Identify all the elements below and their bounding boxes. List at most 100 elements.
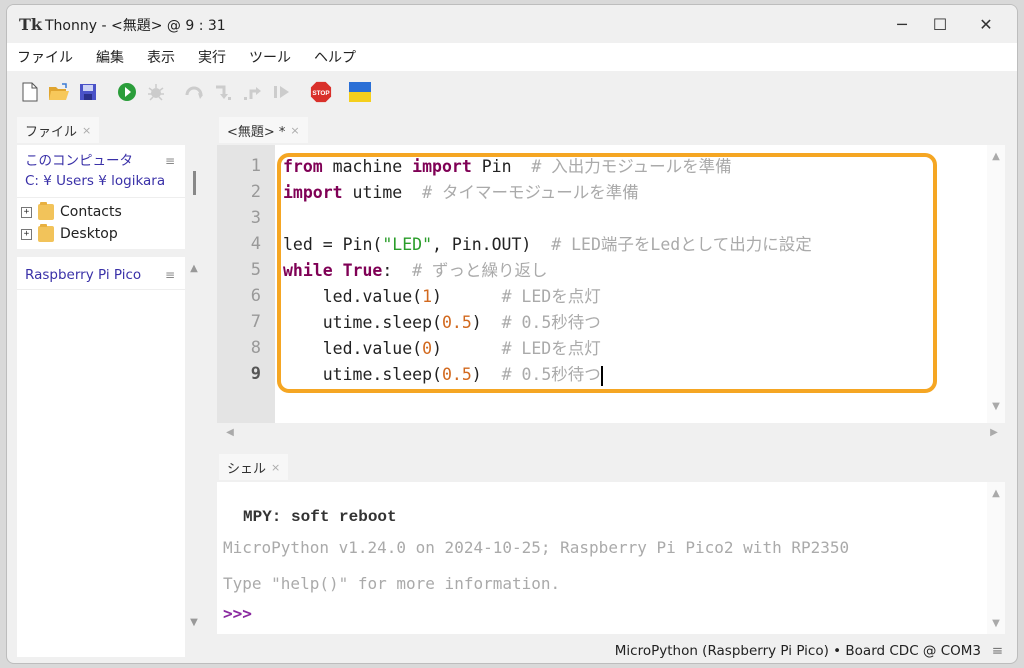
code-keyword: while (283, 261, 333, 280)
code-number: 0 (422, 339, 433, 358)
close-tab-icon[interactable]: × (290, 124, 299, 137)
shell-prompt[interactable]: >>> (223, 604, 252, 623)
code-line[interactable]: led.value(1) # LEDを点灯 (283, 284, 601, 310)
thonny-window: Tk Thonny - <無題> @ 9 : 31 ─ ☐ ✕ ファイル 編集 … (6, 4, 1018, 664)
menu-file[interactable]: ファイル (17, 47, 73, 67)
tree-item-label: Contacts (60, 204, 122, 220)
code-text: led = Pin( (283, 235, 383, 254)
new-file-button[interactable] (19, 81, 41, 103)
run-button[interactable] (116, 81, 138, 103)
stop-icon: STOP (310, 81, 332, 103)
code-keyword: True (342, 261, 383, 280)
scroll-left-icon[interactable]: ◀ (221, 427, 239, 438)
expand-icon[interactable]: + (21, 206, 32, 218)
menu-bar: ファイル 編集 表示 実行 ツール ヘルプ (7, 43, 1017, 71)
shell-version-line: MicroPython v1.24.0 on 2024-10-25; Raspb… (223, 538, 850, 557)
tab-files[interactable]: ファイル × (17, 117, 100, 143)
ukraine-flag-icon (349, 82, 371, 102)
debug-button[interactable] (145, 81, 167, 103)
scroll-down-icon[interactable]: ▼ (987, 401, 1005, 412)
code-comment: # 0.5秒待つ (501, 365, 601, 384)
step-out-button[interactable] (242, 81, 264, 103)
shell-console[interactable]: MPY: soft reboot MicroPython v1.24.0 on … (217, 482, 1005, 634)
code-comment: # ずっと繰り返し (412, 261, 548, 280)
code-string: "LED" (382, 235, 433, 254)
menu-edit[interactable]: 編集 (96, 47, 124, 67)
hamburger-menu-icon[interactable]: ≡ (165, 265, 175, 285)
maximize-button[interactable]: ☐ (917, 9, 963, 39)
ukraine-flag-button[interactable] (349, 81, 371, 103)
close-tab-icon[interactable]: × (82, 124, 91, 137)
menu-help[interactable]: ヘルプ (314, 47, 356, 67)
code-text: , Pin.OUT) (432, 235, 552, 254)
stop-button[interactable]: STOP (310, 81, 332, 103)
code-text: machine (322, 157, 413, 176)
step-over-button[interactable] (184, 81, 206, 103)
code-number: 1 (422, 287, 433, 306)
thonny-logo-icon: Tk (19, 15, 42, 34)
shell-vertical-scrollbar[interactable]: ▲ ▼ (987, 482, 1005, 634)
code-text: led.value( (283, 339, 423, 358)
code-line[interactable]: utime.sleep(0.5) # 0.5秒待つ (283, 310, 601, 336)
step-into-button[interactable] (213, 81, 235, 103)
scroll-down-icon[interactable]: ▼ (187, 617, 201, 628)
close-button[interactable]: ✕ (963, 9, 1009, 39)
scroll-up-icon[interactable]: ▲ (987, 488, 1005, 499)
code-comment: # LEDを点灯 (501, 287, 601, 306)
expand-icon[interactable]: + (21, 228, 32, 240)
text-cursor (600, 365, 603, 386)
title-bar: Tk Thonny - <無題> @ 9 : 31 ─ ☐ ✕ (7, 5, 1017, 43)
save-icon (80, 84, 96, 100)
status-bar: MicroPython (Raspberry Pi Pico) • Board … (7, 639, 1017, 663)
run-icon (118, 83, 136, 101)
tree-item-contacts[interactable]: + Contacts (21, 201, 122, 223)
resume-icon (274, 86, 289, 98)
code-comment: # 入出力モジュールを準備 (531, 157, 732, 176)
code-line[interactable]: while True: # ずっと繰り返し (283, 258, 548, 284)
line-number: 8 (250, 338, 261, 358)
tab-untitled[interactable]: <無題> * × (219, 117, 308, 143)
current-path[interactable]: C: ¥ Users ¥ logikara (25, 171, 177, 191)
line-number: 6 (250, 286, 261, 306)
resume-button[interactable] (271, 81, 293, 103)
code-line[interactable]: led = Pin("LED", Pin.OUT) # LED端子をLedとして… (283, 232, 812, 258)
line-number: 4 (250, 234, 261, 254)
menu-tools[interactable]: ツール (249, 47, 291, 67)
this-computer-title[interactable]: このコンピュータ (25, 151, 177, 171)
files-panel: このコンピュータ C: ¥ Users ¥ logikara ≡ + Conta… (17, 145, 185, 657)
hamburger-menu-icon[interactable]: ≡ (992, 643, 1003, 659)
scroll-up-icon[interactable]: ▲ (187, 263, 201, 274)
tab-shell[interactable]: シェル × (219, 454, 289, 480)
scroll-up-icon[interactable]: ▲ (987, 151, 1005, 162)
scroll-right-icon[interactable]: ▶ (985, 427, 1003, 438)
code-line[interactable]: import utime # タイマーモジュールを準備 (283, 180, 639, 206)
menu-run[interactable]: 実行 (198, 47, 226, 67)
code-text: utime (342, 183, 423, 202)
interpreter-status[interactable]: MicroPython (Raspberry Pi Pico) • Board … (615, 643, 981, 659)
editor-horizontal-scrollbar[interactable]: ◀ ▶ (217, 423, 1005, 443)
code-text: ) (432, 287, 502, 306)
device-title[interactable]: Raspberry Pi Pico (25, 265, 177, 285)
line-number-gutter: 1 2 3 4 5 6 7 8 9 (217, 145, 275, 423)
save-button[interactable] (77, 81, 99, 103)
line-number: 1 (250, 156, 261, 176)
code-text: ) (432, 339, 502, 358)
hamburger-menu-icon[interactable]: ≡ (165, 151, 175, 171)
code-line[interactable]: utime.sleep(0.5) # 0.5秒待つ (283, 362, 603, 388)
close-tab-icon[interactable]: × (271, 461, 280, 474)
debug-icon (148, 84, 164, 101)
menu-view[interactable]: 表示 (147, 47, 175, 67)
tree-item-desktop[interactable]: + Desktop (21, 223, 118, 245)
tab-shell-label: シェル (227, 461, 267, 477)
code-editor[interactable]: 1 2 3 4 5 6 7 8 9 from machine import Pin # 入出力モ… (217, 145, 1005, 423)
files-scrollbar-thumb[interactable] (193, 171, 196, 195)
code-line[interactable]: led.value(0) # LEDを点灯 (283, 336, 601, 362)
scroll-down-icon[interactable]: ▼ (987, 618, 1005, 629)
divider (17, 289, 185, 290)
code-text: utime.sleep( (283, 365, 442, 384)
code-line[interactable]: from machine import Pin # 入出力モジュールを準備 (283, 154, 732, 180)
editor-vertical-scrollbar[interactable]: ▲ ▼ (987, 145, 1005, 423)
code-text: Pin (471, 157, 532, 176)
open-file-button[interactable] (48, 81, 70, 103)
